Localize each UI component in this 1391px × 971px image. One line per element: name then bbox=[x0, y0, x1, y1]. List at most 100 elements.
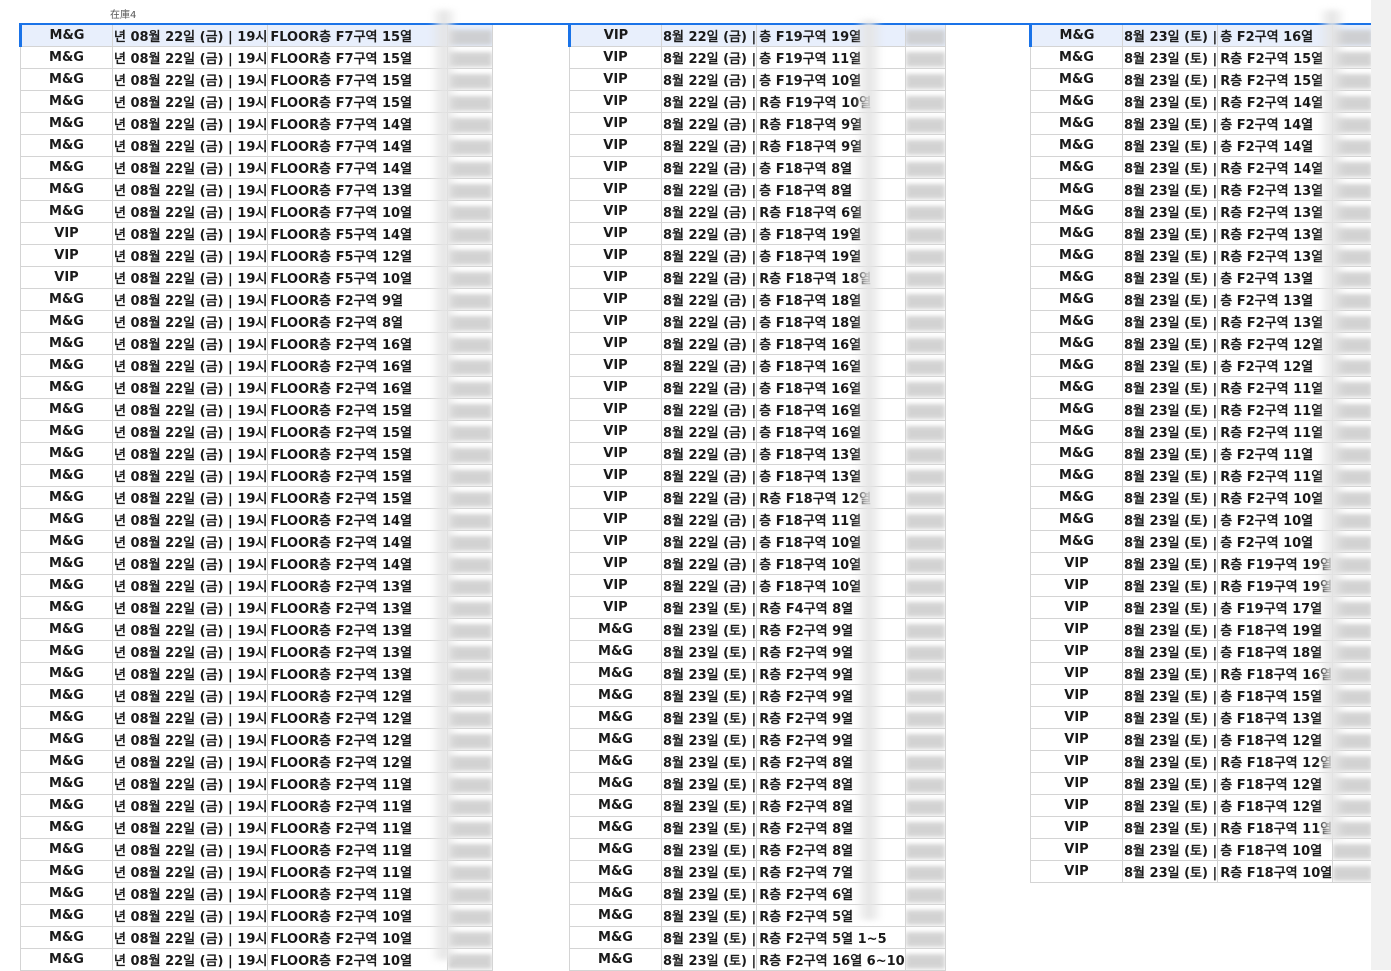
seat-cell[interactable]: FLOOR층 F2구역 10열 bbox=[267, 904, 449, 927]
ticket-type-cell[interactable]: M&G bbox=[20, 750, 113, 773]
redacted-cell[interactable] bbox=[904, 200, 946, 223]
date-cell[interactable]: 8월 23일 (토) | bbox=[1121, 222, 1219, 245]
table-row[interactable]: VIP 8월 22일 (금) | 층 F18구역 18열 bbox=[569, 310, 946, 333]
date-cell[interactable]: 8월 22일 (금) | bbox=[660, 222, 758, 245]
seat-cell[interactable]: FLOOR층 F2구역 15열 bbox=[267, 398, 449, 421]
redacted-cell[interactable] bbox=[904, 46, 946, 69]
ticket-type-cell[interactable]: M&G bbox=[20, 90, 113, 113]
table-row[interactable]: M&G 년 08월 22일 (금) | 19시 FLOOR층 F7구역 15열 bbox=[19, 24, 494, 47]
date-cell[interactable]: 8월 22일 (금) | bbox=[660, 464, 758, 487]
seat-cell[interactable]: 층 F18구역 12열 bbox=[1217, 728, 1334, 751]
redacted-cell[interactable] bbox=[904, 882, 946, 905]
redacted-cell[interactable] bbox=[1332, 860, 1374, 883]
seat-cell[interactable]: 층 F2구역 13열 bbox=[1217, 266, 1334, 289]
seat-cell[interactable]: FLOOR층 F2구역 11열 bbox=[267, 794, 449, 817]
ticket-type-cell[interactable]: VIP bbox=[1030, 640, 1123, 663]
table-row[interactable]: M&G 년 08월 22일 (금) | 19시 FLOOR층 F2구역 13열 bbox=[20, 596, 494, 619]
table-row[interactable]: M&G 8월 23일 (토) | R층 F2구역 6열 bbox=[569, 882, 946, 905]
date-cell[interactable]: 8월 22일 (금) | bbox=[660, 508, 758, 531]
date-cell[interactable]: 년 08월 22일 (금) | 19시 bbox=[111, 618, 269, 641]
date-cell[interactable]: 8월 22일 (금) | bbox=[660, 552, 758, 575]
redacted-cell[interactable] bbox=[904, 266, 946, 289]
table-row[interactable]: M&G 8월 23일 (토) | R층 F2구역 8열 bbox=[569, 816, 946, 839]
ticket-type-cell[interactable]: M&G bbox=[569, 618, 662, 641]
seat-cell[interactable]: R층 F2구역 13열 bbox=[1217, 178, 1334, 201]
ticket-type-cell[interactable]: M&G bbox=[19, 24, 113, 47]
date-cell[interactable]: 8월 23일 (토) | bbox=[1121, 464, 1219, 487]
ticket-type-cell[interactable]: M&G bbox=[1030, 310, 1123, 333]
redacted-cell[interactable] bbox=[904, 662, 946, 685]
date-cell[interactable]: 년 08월 22일 (금) | 19시 bbox=[111, 332, 269, 355]
date-cell[interactable]: 8월 23일 (토) | bbox=[1121, 310, 1219, 333]
table-row[interactable]: VIP 8월 22일 (금) | 층 F18구역 13열 bbox=[569, 442, 946, 465]
table-row[interactable]: M&G 8월 23일 (토) | R층 F2구역 5열 1~5 bbox=[569, 926, 946, 949]
date-cell[interactable]: 년 08월 22일 (금) | 19시 bbox=[111, 134, 269, 157]
seat-cell[interactable]: R층 F19구역 19열 bbox=[1217, 574, 1334, 597]
seat-cell[interactable]: FLOOR층 F7구역 15열 bbox=[267, 46, 449, 69]
date-cell[interactable]: 년 08월 22일 (금) | 19시 bbox=[111, 596, 269, 619]
date-cell[interactable]: 년 08월 22일 (금) | 19시 bbox=[111, 948, 269, 971]
date-cell[interactable]: 8월 23일 (토) | bbox=[1121, 244, 1219, 267]
date-cell[interactable]: 년 08월 22일 (금) | 19시 bbox=[111, 46, 269, 69]
table-row[interactable]: M&G 년 08월 22일 (금) | 19시 FLOOR층 F7구역 14열 bbox=[20, 156, 494, 179]
ticket-type-cell[interactable]: M&G bbox=[1030, 68, 1123, 91]
redacted-cell[interactable] bbox=[904, 706, 946, 729]
redacted-cell[interactable] bbox=[904, 486, 946, 509]
redacted-cell[interactable] bbox=[904, 552, 946, 575]
table-row[interactable]: M&G 8월 23일 (토) | R층 F2구역 8열 bbox=[569, 750, 946, 773]
date-cell[interactable]: 8월 22일 (금) | bbox=[660, 310, 758, 333]
ticket-type-cell[interactable]: M&G bbox=[20, 860, 113, 883]
seat-cell[interactable]: FLOOR층 F2구역 12열 bbox=[267, 706, 449, 729]
ticket-type-cell[interactable]: M&G bbox=[1030, 156, 1123, 179]
seat-cell[interactable]: FLOOR층 F2구역 15열 bbox=[267, 420, 449, 443]
date-cell[interactable]: 8월 23일 (토) | bbox=[1121, 574, 1219, 597]
ticket-type-cell[interactable]: VIP bbox=[1030, 596, 1123, 619]
ticket-type-cell[interactable]: VIP bbox=[1030, 838, 1123, 861]
seat-cell[interactable]: FLOOR층 F2구역 13열 bbox=[267, 596, 449, 619]
seat-cell[interactable]: R층 F18구역 11열 bbox=[1217, 816, 1334, 839]
date-cell[interactable]: 년 08월 22일 (금) | 19시 bbox=[111, 442, 269, 465]
seat-cell[interactable]: FLOOR층 F7구역 13열 bbox=[267, 178, 449, 201]
date-cell[interactable]: 년 08월 22일 (금) | 19시 bbox=[111, 90, 269, 113]
date-cell[interactable]: 8월 23일 (토) | bbox=[1121, 838, 1219, 861]
ticket-type-cell[interactable]: M&G bbox=[569, 750, 662, 773]
table-row[interactable]: VIP 8월 22일 (금) | 층 F18구역 19열 bbox=[569, 222, 946, 245]
ticket-type-cell[interactable]: M&G bbox=[1030, 112, 1123, 135]
date-cell[interactable]: 8월 23일 (토) | bbox=[660, 596, 758, 619]
redacted-cell[interactable] bbox=[904, 376, 946, 399]
date-cell[interactable]: 년 08월 22일 (금) | 19시 bbox=[111, 640, 269, 663]
ticket-type-cell[interactable]: M&G bbox=[20, 618, 113, 641]
date-cell[interactable]: 년 08월 22일 (금) | 19시 bbox=[111, 354, 269, 377]
ticket-type-cell[interactable]: VIP bbox=[569, 288, 662, 311]
ticket-type-cell[interactable]: VIP bbox=[1030, 574, 1123, 597]
ticket-type-cell[interactable]: M&G bbox=[569, 706, 662, 729]
date-cell[interactable]: 8월 23일 (토) | bbox=[660, 904, 758, 927]
ticket-type-cell[interactable]: VIP bbox=[1030, 794, 1123, 817]
seat-cell[interactable]: R층 F2구역 14열 bbox=[1217, 90, 1334, 113]
date-cell[interactable]: 8월 22일 (금) | bbox=[660, 420, 758, 443]
table-row[interactable]: VIP 8월 22일 (금) | 층 F18구역 16열 bbox=[569, 420, 946, 443]
ticket-type-cell[interactable]: M&G bbox=[569, 640, 662, 663]
ticket-type-cell[interactable]: M&G bbox=[1030, 222, 1123, 245]
seat-cell[interactable]: R층 F2구역 16열 6~10 bbox=[756, 948, 906, 971]
date-cell[interactable]: 8월 23일 (토) | bbox=[660, 794, 758, 817]
date-cell[interactable]: 8월 22일 (금) | bbox=[660, 112, 758, 135]
ticket-type-cell[interactable]: VIP bbox=[1030, 618, 1123, 641]
seat-cell[interactable]: FLOOR층 F2구역 14열 bbox=[267, 552, 449, 575]
redacted-cell[interactable] bbox=[904, 926, 946, 949]
seat-cell[interactable]: FLOOR층 F2구역 14열 bbox=[267, 530, 449, 553]
seat-cell[interactable]: 층 F18구역 19열 bbox=[1217, 618, 1334, 641]
seat-cell[interactable]: R층 F2구역 15열 bbox=[1217, 68, 1334, 91]
seat-cell[interactable]: R층 F2구역 5열 1~5 bbox=[756, 926, 906, 949]
table-row[interactable]: VIP 8월 22일 (금) | 층 F18구역 10열 bbox=[569, 574, 946, 597]
ticket-type-cell[interactable]: M&G bbox=[20, 46, 113, 69]
date-cell[interactable]: 8월 22일 (금) | bbox=[660, 574, 758, 597]
table-row[interactable]: VIP 8월 23일 (토) | R층 F4구역 8열 bbox=[569, 596, 946, 619]
date-cell[interactable]: 8월 22일 (금) | bbox=[660, 376, 758, 399]
ticket-type-cell[interactable]: M&G bbox=[1030, 530, 1123, 553]
date-cell[interactable]: 8월 22일 (금) | bbox=[660, 442, 758, 465]
date-cell[interactable]: 8월 23일 (토) | bbox=[1121, 684, 1219, 707]
date-cell[interactable]: 8월 23일 (토) | bbox=[1121, 398, 1219, 421]
seat-cell[interactable]: FLOOR층 F2구역 10열 bbox=[267, 926, 449, 949]
redacted-cell[interactable] bbox=[904, 68, 946, 91]
